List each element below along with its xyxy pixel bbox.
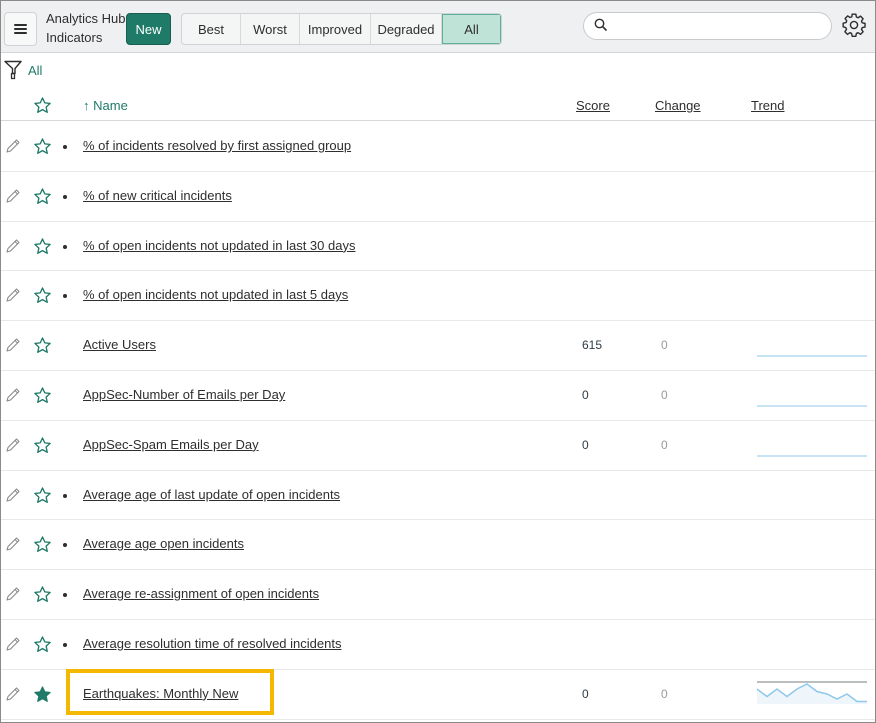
- header-bar: Analytics Hub Indicators New Best Worst …: [1, 0, 875, 53]
- star-outline-icon[interactable]: [33, 535, 52, 554]
- indicator-name-link[interactable]: % of open incidents not updated in last …: [83, 238, 355, 253]
- star-outline-icon[interactable]: [33, 286, 52, 305]
- edit-pencil-icon[interactable]: [5, 238, 21, 254]
- table-row: Average age of last update of open incid…: [1, 471, 875, 521]
- star-filled-icon[interactable]: [33, 685, 52, 704]
- bullet-icon: [63, 493, 67, 498]
- star-outline-icon[interactable]: [33, 137, 52, 156]
- table-row: AppSec-Number of Emails per Day 0 0: [1, 371, 875, 421]
- table-row: % of open incidents not updated in last …: [1, 271, 875, 322]
- trend-sparkline[interactable]: [756, 381, 868, 409]
- change-value: 0: [661, 338, 668, 353]
- star-outline-icon[interactable]: [33, 96, 52, 115]
- indicator-name-link[interactable]: % of incidents resolved by first assigne…: [83, 138, 351, 153]
- edit-pencil-icon[interactable]: [5, 636, 21, 652]
- table-row: AppSec-Spam Emails per Day 0 0: [1, 421, 875, 471]
- gear-icon[interactable]: [841, 12, 867, 38]
- trend-sparkline[interactable]: [756, 680, 868, 708]
- edit-pencil-icon[interactable]: [5, 487, 21, 503]
- segment-best[interactable]: Best: [182, 14, 241, 44]
- column-name-label: Name: [93, 98, 128, 113]
- star-outline-icon[interactable]: [33, 436, 52, 455]
- edit-pencil-icon[interactable]: [5, 138, 21, 154]
- table-row: % of open incidents not updated in last …: [1, 222, 875, 272]
- title-line-1: Analytics Hub: [46, 11, 126, 26]
- table-row: Earthquakes: Monthly New 0 0: [1, 670, 875, 720]
- indicator-name-link[interactable]: AppSec-Number of Emails per Day: [83, 387, 285, 402]
- star-outline-icon[interactable]: [33, 237, 52, 256]
- column-header-score[interactable]: Score: [576, 98, 610, 113]
- trend-sparkline[interactable]: [756, 431, 868, 459]
- column-header-name[interactable]: ↑ Name: [83, 98, 128, 113]
- star-outline-icon[interactable]: [33, 486, 52, 505]
- change-value: 0: [661, 686, 668, 701]
- indicator-list: % of incidents resolved by first assigne…: [1, 122, 875, 720]
- filter-breadcrumb: All: [4, 60, 42, 80]
- edit-pencil-icon[interactable]: [5, 536, 21, 552]
- indicator-name-link[interactable]: Average re-assignment of open incidents: [83, 586, 319, 601]
- edit-pencil-icon[interactable]: [5, 188, 21, 204]
- filter-segmented-control: Best Worst Improved Degraded All: [181, 13, 502, 45]
- bullet-icon: [63, 194, 67, 199]
- table-header: ↑ Name Score Change Trend: [1, 92, 875, 121]
- segment-worst[interactable]: Worst: [241, 14, 300, 44]
- menu-button[interactable]: [4, 12, 37, 46]
- indicator-name-link[interactable]: Average age of last update of open incid…: [83, 487, 340, 502]
- edit-pencil-icon[interactable]: [5, 437, 21, 453]
- score-value: 0: [582, 387, 589, 402]
- bullet-icon: [63, 543, 67, 548]
- page-title: Analytics Hub Indicators: [46, 9, 125, 47]
- score-value: 615: [582, 338, 603, 353]
- segment-all[interactable]: All: [442, 14, 501, 44]
- indicator-name-link[interactable]: AppSec-Spam Emails per Day: [83, 437, 259, 452]
- title-line-2: Indicators: [46, 30, 103, 45]
- hamburger-icon: [14, 24, 27, 34]
- table-row: Average age open incidents: [1, 520, 875, 571]
- star-outline-icon[interactable]: [33, 386, 52, 405]
- search-icon: [594, 18, 608, 32]
- indicator-name-link[interactable]: % of open incidents not updated in last …: [83, 287, 348, 302]
- segment-improved[interactable]: Improved: [300, 14, 371, 44]
- table-row: Average resolution time of resolved inci…: [1, 620, 875, 670]
- score-value: 0: [582, 437, 589, 452]
- table-row: Active Users 615 0: [1, 321, 875, 371]
- indicator-name-link[interactable]: % of new critical incidents: [83, 188, 232, 203]
- search-input[interactable]: [614, 16, 824, 36]
- star-outline-icon[interactable]: [33, 187, 52, 206]
- sort-ascending-icon: ↑: [83, 98, 90, 113]
- table-row: % of incidents resolved by first assigne…: [1, 122, 875, 172]
- indicator-name-link[interactable]: Average resolution time of resolved inci…: [83, 636, 341, 651]
- bullet-icon: [63, 593, 67, 598]
- edit-pencil-icon[interactable]: [5, 387, 21, 403]
- star-outline-icon[interactable]: [33, 635, 52, 654]
- star-outline-icon[interactable]: [33, 336, 52, 355]
- bullet-icon: [63, 642, 67, 647]
- change-value: 0: [661, 387, 668, 402]
- trend-sparkline[interactable]: [756, 331, 868, 359]
- column-header-change[interactable]: Change: [655, 98, 701, 113]
- filter-icon[interactable]: [4, 60, 22, 80]
- star-outline-icon[interactable]: [33, 585, 52, 604]
- segment-degraded[interactable]: Degraded: [371, 14, 442, 44]
- edit-pencil-icon[interactable]: [5, 586, 21, 602]
- column-header-trend[interactable]: Trend: [751, 98, 784, 113]
- edit-pencil-icon[interactable]: [5, 686, 21, 702]
- search-box: [583, 12, 832, 40]
- new-button[interactable]: New: [126, 13, 171, 45]
- bullet-icon: [63, 145, 67, 149]
- filter-all-link[interactable]: All: [28, 63, 42, 78]
- indicator-name-link[interactable]: Active Users: [83, 337, 156, 352]
- change-value: 0: [661, 437, 668, 452]
- edit-pencil-icon[interactable]: [5, 287, 21, 303]
- bullet-icon: [63, 294, 67, 299]
- score-value: 0: [582, 686, 589, 701]
- indicator-name-link[interactable]: Earthquakes: Monthly New: [83, 686, 238, 701]
- edit-pencil-icon[interactable]: [5, 337, 21, 353]
- indicator-name-link[interactable]: Average age open incidents: [83, 536, 244, 551]
- table-row: Average re-assignment of open incidents: [1, 570, 875, 620]
- bullet-icon: [63, 244, 67, 249]
- table-row: % of new critical incidents: [1, 172, 875, 222]
